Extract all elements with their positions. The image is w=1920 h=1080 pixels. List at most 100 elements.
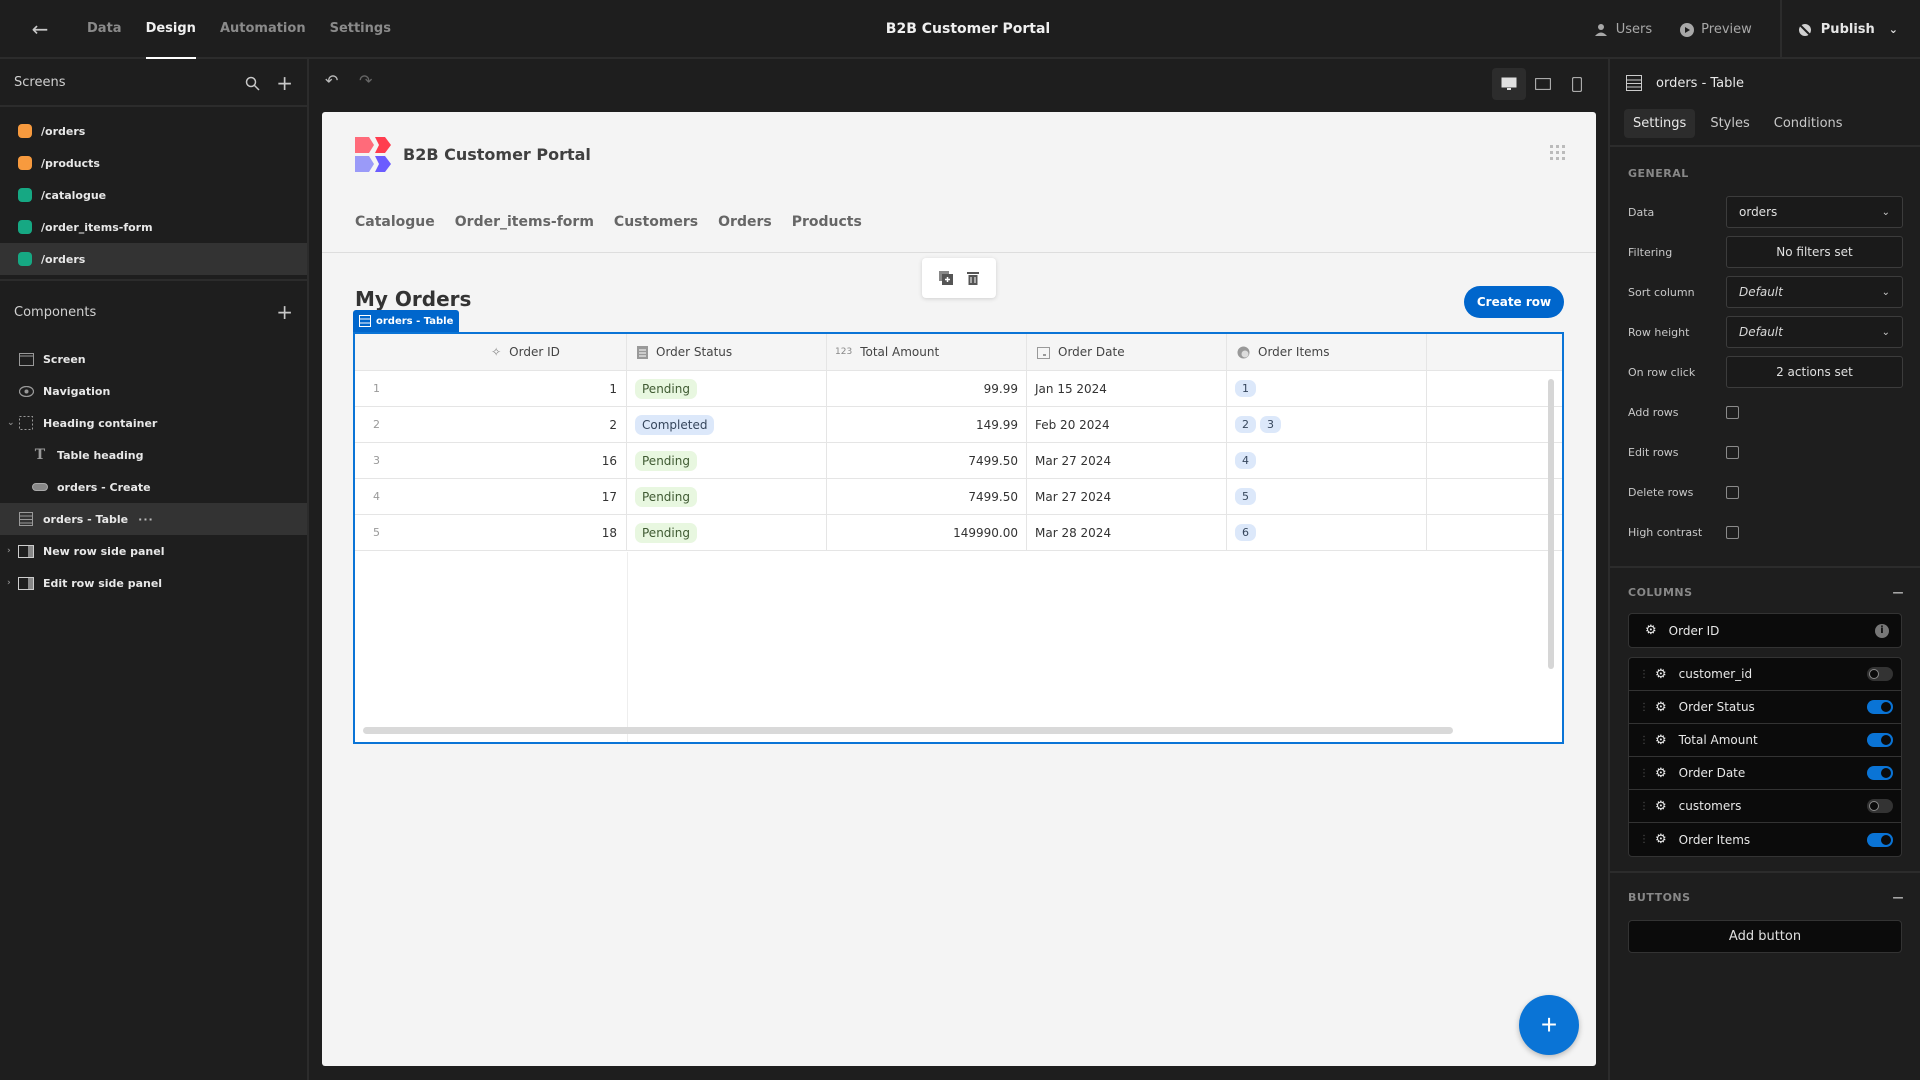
tab-settings-panel[interactable]: Settings — [1624, 108, 1696, 138]
search-icon[interactable] — [245, 76, 260, 91]
gear-icon[interactable]: ⚙ — [1655, 700, 1667, 715]
column-visibility-toggle[interactable] — [1867, 700, 1893, 714]
table-row[interactable]: 3 16 Pending 7499.50 Mar 27 2024 4 — [355, 443, 1562, 479]
column-visibility-toggle[interactable] — [1867, 799, 1893, 813]
cell-order-items[interactable]: 23 — [1227, 407, 1427, 442]
screen-item[interactable]: /order_items-form — [0, 211, 307, 243]
column-header-order-items[interactable]: Order Items — [1227, 334, 1427, 370]
table-row[interactable]: 4 17 Pending 7499.50 Mar 27 2024 5 — [355, 479, 1562, 515]
cell-order-date[interactable]: Mar 27 2024 — [1027, 443, 1227, 478]
drag-handle-icon[interactable]: ⋮ — [1639, 669, 1649, 680]
undo-icon[interactable]: ↶ — [325, 71, 338, 90]
column-header-order-date[interactable]: Order Date — [1027, 334, 1227, 370]
edit-rows-checkbox[interactable] — [1726, 445, 1739, 459]
column-visibility-toggle[interactable] — [1867, 766, 1893, 780]
cell-order-status[interactable]: Pending — [627, 479, 827, 514]
high-contrast-checkbox[interactable] — [1726, 525, 1739, 539]
cell-order-id[interactable]: 5 18 — [355, 515, 627, 550]
order-item-chip[interactable]: 3 — [1260, 416, 1281, 433]
collapse-icon[interactable]: — — [1893, 586, 1905, 599]
info-icon[interactable]: i — [1875, 623, 1889, 638]
cell-order-id[interactable]: 4 17 — [355, 479, 627, 514]
column-row[interactable]: ⋮ ⚙ Order Date — [1629, 757, 1901, 790]
column-row-order-id[interactable]: ⚙ Order ID i — [1629, 614, 1901, 647]
duplicate-icon[interactable] — [939, 271, 953, 285]
screen-item[interactable]: /catalogue — [0, 179, 307, 211]
order-item-chip[interactable]: 5 — [1235, 488, 1256, 505]
cell-order-items[interactable]: 5 — [1227, 479, 1427, 514]
more-options-icon[interactable]: ··· — [138, 513, 154, 526]
cell-order-items[interactable]: 4 — [1227, 443, 1427, 478]
gear-icon[interactable]: ⚙ — [1655, 799, 1667, 814]
add-component-fab[interactable]: + — [1519, 995, 1579, 1055]
chevron-down-icon[interactable]: ⌄ — [7, 418, 15, 428]
cell-total-amount[interactable]: 149.99 — [827, 407, 1027, 442]
add-screen-icon[interactable]: + — [276, 73, 293, 93]
on-row-click-button[interactable]: 2 actions set — [1726, 356, 1903, 388]
component-new-row-panel[interactable]: › New row side panel — [0, 535, 307, 567]
gear-icon[interactable]: ⚙ — [1655, 667, 1667, 682]
chevron-right-icon[interactable]: › — [7, 546, 11, 556]
cell-total-amount[interactable]: 7499.50 — [827, 479, 1027, 514]
screen-item[interactable]: /orders — [0, 115, 307, 147]
component-edit-row-panel[interactable]: › Edit row side panel — [0, 567, 307, 599]
cell-total-amount[interactable]: 99.99 — [827, 371, 1027, 406]
column-header-order-id[interactable]: ✧ Order ID — [355, 334, 627, 370]
gear-icon[interactable]: ⚙ — [1645, 623, 1657, 638]
delete-rows-checkbox[interactable] — [1726, 485, 1739, 499]
component-heading-container[interactable]: ⌄ Heading container — [0, 407, 307, 439]
table-row[interactable]: 5 18 Pending 149990.00 Mar 28 2024 6 — [355, 515, 1562, 551]
component-orders-create[interactable]: orders - Create — [0, 471, 307, 503]
app-grid-icon[interactable] — [1550, 145, 1566, 161]
nav-link-catalogue[interactable]: Catalogue — [355, 214, 435, 230]
collapse-icon[interactable]: — — [1893, 891, 1905, 904]
nav-link-order-items-form[interactable]: Order_items-form — [455, 214, 594, 230]
tab-styles[interactable]: Styles — [1701, 109, 1758, 138]
horizontal-scrollbar[interactable] — [363, 727, 1453, 734]
mobile-icon[interactable] — [1560, 68, 1594, 100]
drag-handle-icon[interactable]: ⋮ — [1639, 702, 1649, 713]
drag-handle-icon[interactable]: ⋮ — [1639, 834, 1649, 845]
cell-total-amount[interactable]: 149990.00 — [827, 515, 1027, 550]
drag-handle-icon[interactable]: ⋮ — [1639, 768, 1649, 779]
column-row[interactable]: ⋮ ⚙ Total Amount — [1629, 724, 1901, 757]
cell-order-date[interactable]: Mar 28 2024 — [1027, 515, 1227, 550]
gear-icon[interactable]: ⚙ — [1655, 733, 1667, 748]
add-button[interactable]: Add button — [1628, 920, 1902, 953]
row-height-select[interactable]: Default ⌄ — [1726, 316, 1903, 348]
preview-button[interactable]: Preview — [1680, 22, 1752, 37]
gear-icon[interactable]: ⚙ — [1655, 766, 1667, 781]
tablet-icon[interactable] — [1526, 68, 1560, 100]
add-component-icon[interactable]: + — [276, 300, 293, 324]
column-row[interactable]: ⋮ ⚙ Order Status — [1629, 691, 1901, 724]
nav-link-orders[interactable]: Orders — [718, 214, 772, 230]
desktop-icon[interactable] — [1492, 68, 1526, 100]
table-row[interactable]: 2 2 Completed 149.99 Feb 20 2024 2 3 — [355, 407, 1562, 443]
order-item-chip[interactable]: 6 — [1235, 524, 1256, 541]
gear-icon[interactable]: ⚙ — [1655, 832, 1667, 847]
order-item-chip[interactable]: 4 — [1235, 452, 1256, 469]
data-select[interactable]: orders ⌄ — [1726, 196, 1903, 228]
create-row-button[interactable]: Create row — [1464, 286, 1564, 318]
cell-order-status[interactable]: Pending — [627, 371, 827, 406]
chevron-right-icon[interactable]: › — [7, 578, 11, 588]
publish-button[interactable]: Publish ⌄ — [1779, 0, 1920, 59]
component-table-heading[interactable]: T Table heading — [0, 439, 307, 471]
order-item-chip[interactable]: 2 — [1235, 416, 1256, 433]
column-header-order-status[interactable]: Order Status — [627, 334, 827, 370]
nav-link-products[interactable]: Products — [792, 214, 862, 230]
column-visibility-toggle[interactable] — [1867, 733, 1893, 747]
column-row[interactable]: ⋮ ⚙ customer_id — [1629, 658, 1901, 691]
cell-total-amount[interactable]: 7499.50 — [827, 443, 1027, 478]
filtering-button[interactable]: No filters set — [1726, 236, 1903, 268]
cell-order-id[interactable]: 22 — [355, 407, 627, 442]
cell-order-items[interactable]: 1 — [1227, 371, 1427, 406]
drag-handle-icon[interactable]: ⋮ — [1639, 801, 1649, 812]
sort-column-select[interactable]: Default ⌄ — [1726, 276, 1903, 308]
order-item-chip[interactable]: 1 — [1235, 380, 1256, 397]
table-row[interactable]: 1 1 Pending 99.99 Jan 15 2024 1 — [355, 371, 1562, 407]
redo-icon[interactable]: ↷ — [359, 71, 372, 90]
cell-order-id[interactable]: 11 — [355, 371, 627, 406]
drag-handle-icon[interactable]: ⋮ — [1639, 735, 1649, 746]
screen-item-selected[interactable]: /orders — [0, 243, 307, 275]
